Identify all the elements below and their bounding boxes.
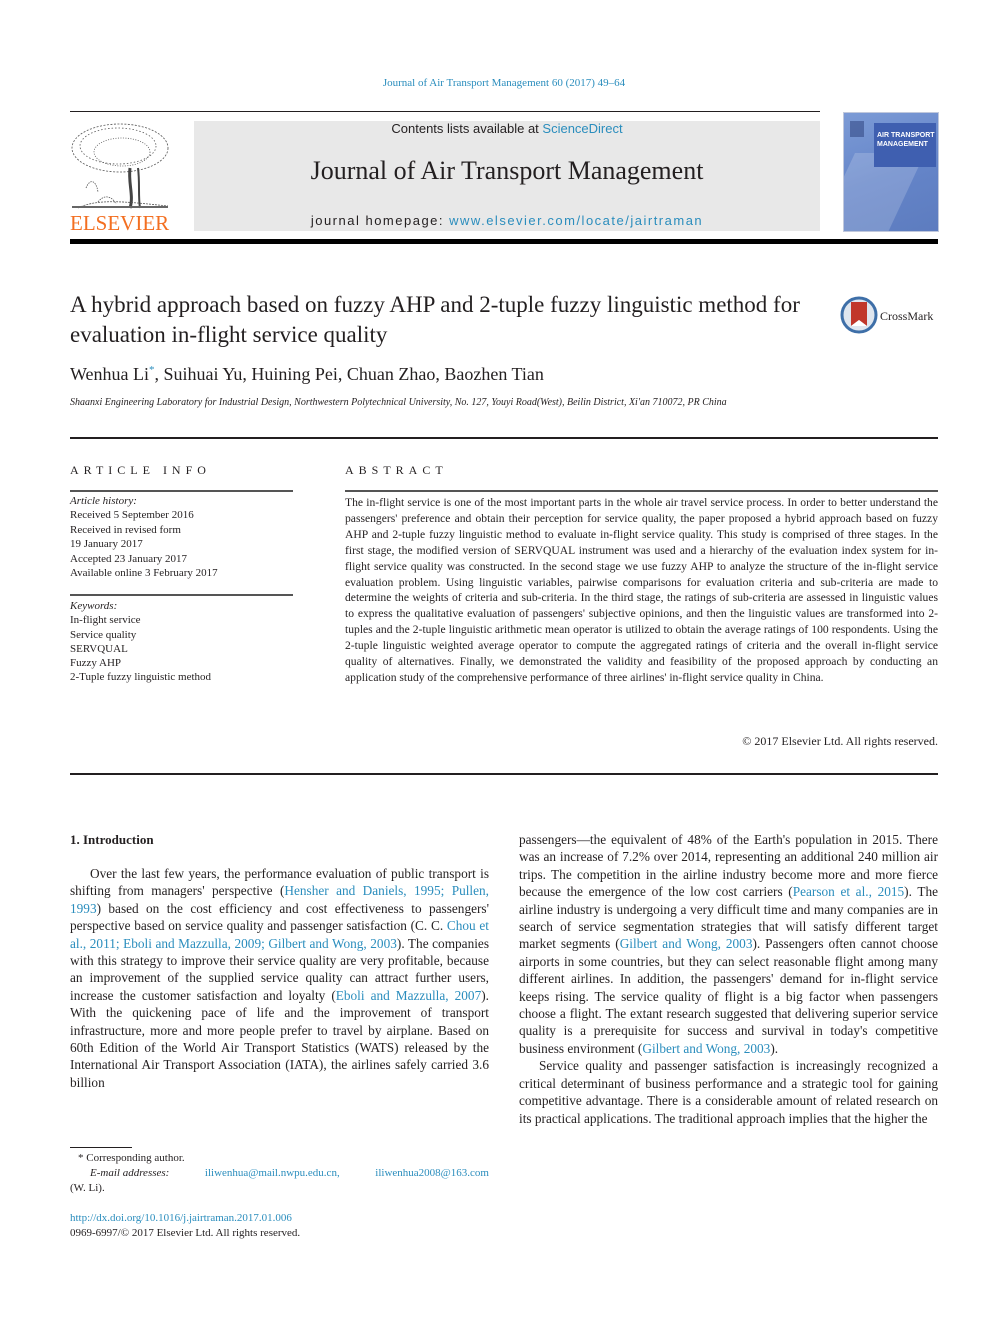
cover-title: AIR TRANSPORT MANAGEMENT	[877, 132, 935, 148]
citation-link[interactable]: Eboli and Mazzulla, 2007	[336, 988, 481, 1003]
crossmark-label[interactable]: CrossMark	[880, 309, 933, 324]
cover-publisher-mark	[850, 121, 864, 137]
history-item: Accepted 23 January 2017	[70, 552, 187, 565]
journal-homepage-link[interactable]: www.elsevier.com/locate/jairtraman	[449, 213, 703, 228]
divider	[70, 773, 938, 775]
paragraph: Over the last few years, the performance…	[70, 865, 489, 1091]
author-list: Wenhua Li*, Suihuai Yu, Huining Pei, Chu…	[70, 364, 544, 385]
elsevier-wordmark: ELSEVIER	[70, 211, 170, 235]
footnote: * Corresponding author. E-mail addresses…	[70, 1151, 489, 1196]
text-run: ). Passengers often cannot choose airpor…	[519, 936, 939, 1056]
text-run: ). With the quickening pace of life and …	[70, 987, 489, 1090]
author-name[interactable]: Wenhua Li	[70, 364, 149, 384]
journal-title: Journal of Air Transport Management	[310, 156, 704, 185]
footnote-rule	[70, 1147, 132, 1148]
keywords-label: Keywords:	[70, 600, 118, 612]
divider	[70, 437, 938, 439]
email-label: E-mail addresses:	[90, 1167, 170, 1179]
citation-link[interactable]: Gilbert and Wong, 2003	[620, 936, 753, 951]
journal-homepage-line: journal homepage: www.elsevier.com/locat…	[194, 213, 820, 228]
contents-line: Contents lists available at ScienceDirec…	[194, 121, 820, 136]
history-item: Received in revised form	[70, 523, 181, 536]
paragraph: Service quality and passenger satisfacti…	[519, 1058, 938, 1126]
abstract-copyright: © 2017 Elsevier Ltd. All rights reserved…	[742, 734, 938, 748]
history-item: Received 5 September 2016	[70, 509, 194, 522]
keyword: Service quality	[70, 628, 137, 641]
issn-copyright: 0969-6997/© 2017 Elsevier Ltd. All right…	[70, 1227, 301, 1239]
text-run: ).	[770, 1040, 779, 1056]
keywords: Keywords: In-flight service Service qual…	[70, 599, 300, 685]
corresponding-author-note: * Corresponding author.	[78, 1152, 185, 1164]
divider	[70, 594, 293, 596]
email-link[interactable]: iliwenhua@mail.nwpu.edu.cn,	[205, 1166, 340, 1181]
header-rule-bottom	[70, 239, 938, 244]
section-heading: 1. Introduction	[70, 832, 154, 847]
header-rule-top	[70, 111, 820, 112]
contents-prefix: Contents lists available at	[391, 121, 543, 136]
abstract-heading: ABSTRACT	[345, 463, 448, 477]
text-run: ) based on the cost efficiency and cost …	[70, 900, 489, 934]
homepage-prefix: journal homepage:	[310, 213, 450, 228]
article-history: Article history: Received 5 September 20…	[70, 494, 300, 580]
journal-citation-link[interactable]: Journal of Air Transport Management 60 (…	[0, 77, 992, 89]
keyword: Fuzzy AHP	[70, 657, 122, 670]
keyword: SERVQUAL	[70, 642, 128, 655]
body-column-left: Over the last few years, the performance…	[70, 865, 489, 1091]
citation-link[interactable]: Gilbert and Wong, 2003	[642, 1041, 770, 1056]
article-info-heading: ARTICLE INFO	[70, 463, 211, 477]
divider	[70, 490, 293, 492]
body-column-right: passengers—the equivalent of 48% of the …	[519, 831, 938, 1127]
journal-cover-image[interactable]: AIR TRANSPORT MANAGEMENT	[843, 112, 939, 232]
doi-link[interactable]: http://dx.doi.org/10.1016/j.jairtraman.2…	[70, 1211, 300, 1226]
email-link[interactable]: iliwenhua2008@163.com	[375, 1166, 489, 1181]
divider	[345, 490, 938, 492]
citation-link[interactable]: Pearson et al., 2015	[793, 884, 904, 899]
doi-block: http://dx.doi.org/10.1016/j.jairtraman.2…	[70, 1211, 300, 1241]
paragraph: passengers—the equivalent of 48% of the …	[519, 831, 938, 1057]
history-label: Article history:	[70, 495, 137, 507]
keyword: 2-Tuple fuzzy linguistic method	[70, 671, 212, 684]
article-title: A hybrid approach based on fuzzy AHP and…	[70, 292, 800, 347]
author-names-rest: , Suihuai Yu, Huining Pei, Chuan Zhao, B…	[154, 364, 544, 384]
keyword: In-flight service	[70, 614, 141, 627]
history-item: Available online 3 February 2017	[70, 567, 218, 580]
email-owner: (W. Li).	[70, 1182, 105, 1194]
abstract-text: The in-flight service is one of the most…	[345, 496, 938, 684]
email-row: E-mail addresses: iliwenhua@mail.nwpu.ed…	[70, 1166, 489, 1181]
affiliation: Shaanxi Engineering Laboratory for Indus…	[70, 397, 727, 408]
history-item: 19 January 2017	[70, 538, 143, 551]
sciencedirect-link[interactable]: ScienceDirect	[542, 121, 622, 136]
